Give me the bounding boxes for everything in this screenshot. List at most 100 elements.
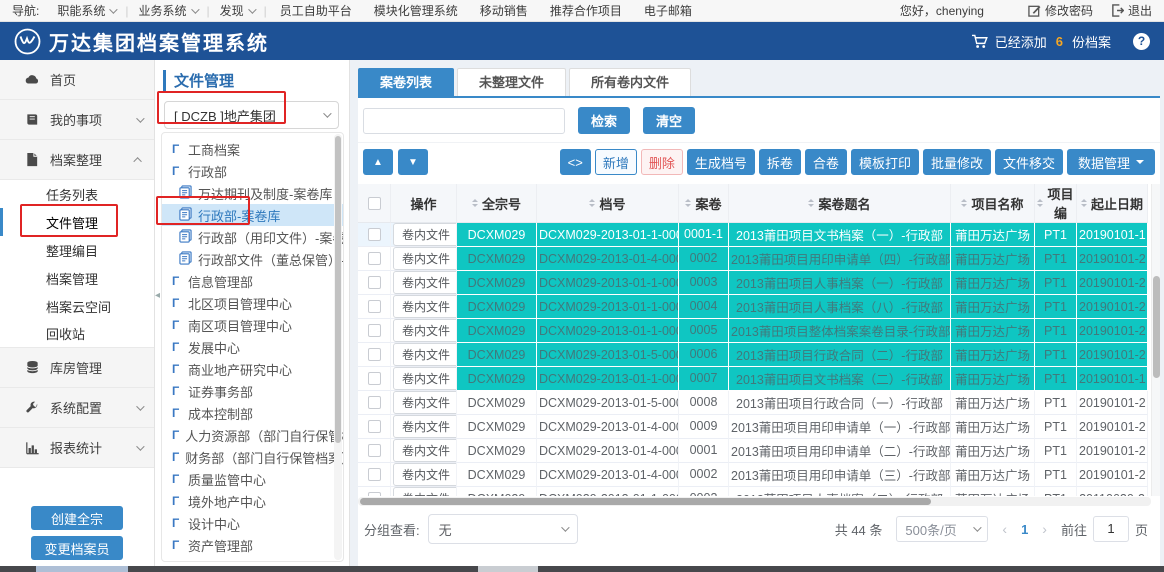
expand-columns-button[interactable]: <> xyxy=(560,149,591,175)
row-checkbox[interactable] xyxy=(368,396,381,409)
change-password-button[interactable]: 修改密码 xyxy=(1028,2,1093,19)
tree-item[interactable]: Γ 设计中心 xyxy=(162,512,343,534)
split-volume-button[interactable]: 拆卷 xyxy=(759,149,801,175)
table-row[interactable]: 卷内文件 DCXM029 DCXM029-2013-01-1-0007 0007… xyxy=(358,367,1148,391)
tree-item[interactable]: Γ 人力资源部（部门自行保管档案） xyxy=(162,424,343,446)
row-checkbox[interactable] xyxy=(368,444,381,457)
tree-item[interactable]: Γ 信息管理部 xyxy=(162,270,343,292)
tree-item[interactable]: Γ 万达期刊及制度-案卷库 xyxy=(162,182,343,204)
tree-item[interactable]: Γ 行政部（用印文件）-案卷库 xyxy=(162,226,343,248)
table-row[interactable]: 卷内文件 DCXM029 DCXM029-2013-01-1-0005 0005… xyxy=(358,319,1148,343)
sidebar-item-recycle-bin[interactable]: 回收站 xyxy=(0,320,154,348)
move-up-button[interactable]: ▲ xyxy=(363,149,393,175)
in-volume-files-button[interactable]: 卷内文件 xyxy=(393,343,457,366)
tree-item[interactable]: Γ 财务部（部门自行保管档案） xyxy=(162,446,343,468)
sidebar-item-file-management[interactable]: 文件管理 xyxy=(0,208,154,236)
link-mobile-sales[interactable]: 移动销售 xyxy=(480,2,528,19)
tab-all-in-volume-files[interactable]: 所有卷内文件 xyxy=(569,68,691,96)
sort-icon[interactable] xyxy=(589,199,595,207)
tree-scrollbar[interactable] xyxy=(334,134,342,560)
tab-unarranged-files[interactable]: 未整理文件 xyxy=(457,68,566,96)
change-archivist-button[interactable]: 变更档案员 xyxy=(31,536,123,560)
tree-item[interactable]: Γ 行政部-案卷库 xyxy=(162,204,343,226)
file-transfer-button[interactable]: 文件移交 xyxy=(995,149,1063,175)
next-page-button[interactable]: › xyxy=(1042,521,1047,537)
tab-volume-list[interactable]: 案卷列表 xyxy=(358,68,454,96)
link-recommend-project[interactable]: 推荐合作项目 xyxy=(550,2,622,19)
in-volume-files-button[interactable]: 卷内文件 xyxy=(393,439,457,462)
sort-icon[interactable] xyxy=(472,199,478,207)
in-volume-files-button[interactable]: 卷内文件 xyxy=(393,247,457,270)
table-row[interactable]: 卷内文件 DCXM029 DCXM029-2013-01-5-0008 0008… xyxy=(358,391,1148,415)
row-checkbox[interactable] xyxy=(368,276,381,289)
table-row[interactable]: 卷内文件 DCXM029 DCXM029-2013-01-1-0001-1 00… xyxy=(358,223,1148,247)
search-input[interactable] xyxy=(363,108,565,134)
tree-item[interactable]: Γ 行政部文件（董总保管）-案卷库 xyxy=(162,248,343,270)
in-volume-files-button[interactable]: 卷内文件 xyxy=(393,319,457,342)
menu-discover[interactable]: 发现 xyxy=(220,2,254,19)
goto-page-input[interactable]: 1 xyxy=(1093,516,1129,542)
row-checkbox[interactable] xyxy=(368,372,381,385)
prev-page-button[interactable]: ‹ xyxy=(1002,521,1007,537)
tree-item[interactable]: Γ 工商档案 xyxy=(162,138,343,160)
sidebar-item-task-list[interactable]: 任务列表 xyxy=(0,180,154,208)
sidebar-item-system-config[interactable]: 系统配置 xyxy=(0,388,154,428)
in-volume-files-button[interactable]: 卷内文件 xyxy=(393,295,457,318)
table-row[interactable]: 卷内文件 DCXM029 DCXM029-2013-01-1-0004 0004… xyxy=(358,295,1148,319)
add-button[interactable]: 新增 xyxy=(595,149,637,175)
sidebar-item-archive-cloud[interactable]: 档案云空间 xyxy=(0,292,154,320)
link-employee-portal[interactable]: 员工自助平台 xyxy=(280,2,352,19)
table-row[interactable]: 卷内文件 DCXM029 DCXM029-2013-01-4-0002 0002… xyxy=(358,247,1148,271)
tree-item[interactable]: Γ 资产管理部 xyxy=(162,534,343,556)
in-volume-files-button[interactable]: 卷内文件 xyxy=(393,223,457,246)
tree-item[interactable]: Γ 发展中心 xyxy=(162,336,343,358)
link-module-management[interactable]: 模块化管理系统 xyxy=(374,2,458,19)
row-checkbox[interactable] xyxy=(368,348,381,361)
tree-item[interactable]: Γ 证券事务部 xyxy=(162,380,343,402)
delete-button[interactable]: 删除 xyxy=(641,149,683,175)
archive-cart-button[interactable]: 已经添加6份档案 xyxy=(971,32,1111,51)
menu-business-systems[interactable]: 业务系统 xyxy=(138,2,196,19)
row-checkbox[interactable] xyxy=(368,468,381,481)
table-row[interactable]: 卷内文件 DCXM029 DCXM029-2013-01-1-0003 0003… xyxy=(358,271,1148,295)
in-volume-files-button[interactable]: 卷内文件 xyxy=(393,367,457,390)
in-volume-files-button[interactable]: 卷内文件 xyxy=(393,463,457,486)
tree-item[interactable]: Γ 成本控制部 xyxy=(162,402,343,424)
sort-icon[interactable] xyxy=(1081,199,1087,207)
row-checkbox[interactable] xyxy=(368,420,381,433)
sidebar-item-my-tasks[interactable]: 我的事项 xyxy=(0,100,154,140)
sort-icon[interactable] xyxy=(808,199,814,207)
row-checkbox[interactable] xyxy=(368,252,381,265)
in-volume-files-button[interactable]: 卷内文件 xyxy=(393,487,457,496)
logout-button[interactable]: 退出 xyxy=(1111,2,1152,19)
table-row[interactable]: 卷内文件 DCXM029 DCXM029-2013-01-4-0009 0009… xyxy=(358,415,1148,439)
merge-volume-button[interactable]: 合卷 xyxy=(805,149,847,175)
sidebar-item-home[interactable]: 首页 xyxy=(0,60,154,100)
data-management-dropdown[interactable]: 数据管理 xyxy=(1067,149,1155,175)
search-button[interactable]: 检索 xyxy=(578,107,630,134)
create-fonds-button[interactable]: 创建全宗 xyxy=(31,506,123,530)
sidebar-item-archive-arrange[interactable]: 档案整理 xyxy=(0,140,154,180)
row-checkbox[interactable] xyxy=(368,300,381,313)
sort-icon[interactable] xyxy=(685,199,691,207)
fonds-select[interactable]: [ DCZB ]地产集团 xyxy=(164,101,339,129)
sidebar-item-reports[interactable]: 报表统计 xyxy=(0,428,154,468)
row-checkbox[interactable] xyxy=(368,492,381,496)
tree-item[interactable]: Γ 境外地产中心 xyxy=(162,490,343,512)
sidebar-item-catalog[interactable]: 整理编目 xyxy=(0,236,154,264)
help-button[interactable]: ? xyxy=(1133,33,1150,50)
table-row[interactable]: 卷内文件 DCXM029 DCXM029-2013-01-4-0001 0001… xyxy=(358,439,1148,463)
tree-item[interactable]: Γ 商业地产研究中心 xyxy=(162,358,343,380)
in-volume-files-button[interactable]: 卷内文件 xyxy=(393,271,457,294)
generate-file-number-button[interactable]: 生成档号 xyxy=(687,149,755,175)
table-row[interactable]: 卷内文件 DCXM029 DCXM029-2013-01-1-0003 0003… xyxy=(358,487,1148,496)
template-print-button[interactable]: 模板打印 xyxy=(851,149,919,175)
in-volume-files-button[interactable]: 卷内文件 xyxy=(393,391,457,414)
tree-item[interactable]: Γ 南区项目管理中心 xyxy=(162,314,343,336)
collapse-panel-handle[interactable]: ◂ xyxy=(155,288,164,304)
page-size-select[interactable]: 500条/页 xyxy=(896,516,988,542)
batch-edit-button[interactable]: 批量修改 xyxy=(923,149,991,175)
tree-item[interactable]: Γ 北区项目管理中心 xyxy=(162,292,343,314)
move-down-button[interactable]: ▼ xyxy=(398,149,428,175)
horizontal-scrollbar[interactable] xyxy=(358,497,1151,506)
